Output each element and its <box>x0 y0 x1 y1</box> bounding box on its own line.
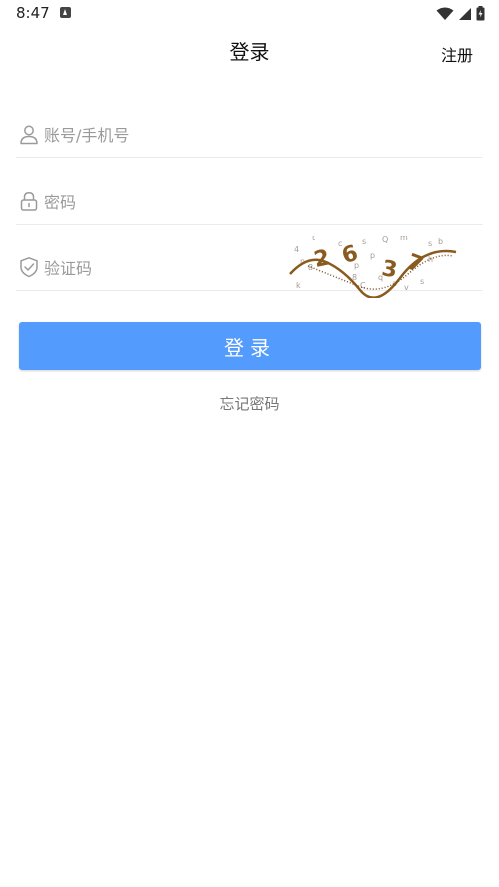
password-field <box>16 180 483 225</box>
svg-text:Q: Q <box>382 236 388 244</box>
lock-icon <box>20 192 38 211</box>
svg-text:2: 2 <box>312 245 332 273</box>
svg-text:6: 6 <box>339 241 361 270</box>
captcha-text: 2 6 3 7 <box>312 241 427 284</box>
shield-check-icon <box>20 257 38 278</box>
password-input[interactable] <box>44 186 294 218</box>
wifi-icon <box>436 7 454 20</box>
svg-text:m': m' <box>400 236 410 242</box>
forgot-password-link[interactable]: 忘记密码 <box>0 393 499 414</box>
svg-text:p: p <box>370 251 375 260</box>
svg-text:h: h <box>428 255 433 264</box>
svg-text:s: s <box>420 277 424 286</box>
login-button[interactable]: 登录 <box>19 322 481 370</box>
svg-text:7: 7 <box>404 250 427 279</box>
svg-text:s: s <box>428 239 432 248</box>
user-icon <box>20 125 38 145</box>
svg-text:v: v <box>404 283 409 292</box>
svg-text:k: k <box>296 281 301 290</box>
app-notification-icon <box>60 7 71 18</box>
svg-text:b: b <box>438 237 443 246</box>
account-field <box>16 113 483 158</box>
battery-icon <box>476 6 485 21</box>
captcha-input[interactable] <box>44 252 294 284</box>
page-title: 登录 <box>229 40 270 64</box>
svg-text:s: s <box>362 237 366 246</box>
header: 登录 注册 <box>0 28 499 72</box>
svg-text:t: t <box>312 236 315 242</box>
captcha-field: t 4 n 8 c s Q m' s b h p 8 C q a v s k p… <box>16 236 483 298</box>
status-icons <box>436 6 485 21</box>
captcha-image[interactable]: t 4 n 8 c s Q m' s b h p 8 C q a v s k p… <box>288 236 458 298</box>
signal-icon <box>459 7 471 20</box>
status-time: 8:47 <box>16 4 50 22</box>
account-input[interactable] <box>44 119 294 151</box>
svg-text:8: 8 <box>308 263 313 272</box>
register-button[interactable]: 注册 <box>441 42 473 66</box>
status-bar: 8:47 <box>0 0 499 28</box>
svg-text:4: 4 <box>294 245 299 254</box>
svg-text:C: C <box>360 281 366 290</box>
